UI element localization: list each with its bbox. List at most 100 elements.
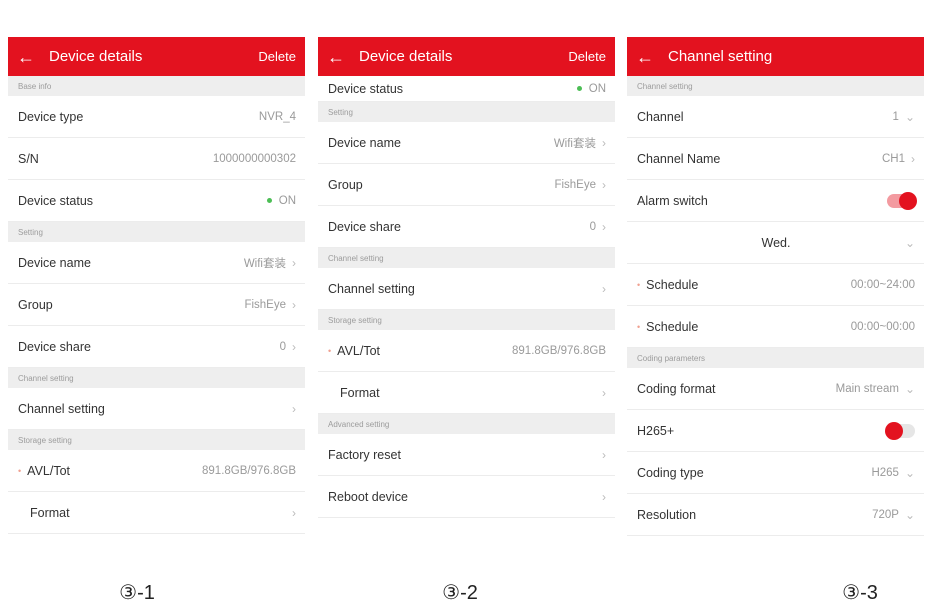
row-format[interactable]: Format › [318,372,615,414]
row-factory-reset[interactable]: Factory reset › [318,434,615,476]
row-device-type: Device type NVR_4 [8,96,305,138]
section-header: Storage setting [318,310,615,330]
day-label: Wed. [761,235,791,250]
row-label: Coding type [637,465,704,480]
row-value: Wifi套装 [553,137,596,150]
delete-button[interactable]: Delete [568,49,606,64]
top-bar: ← Device details Delete [8,37,305,76]
screen-device-details-2: ← Device details Delete Device status ON Sett… [318,37,615,549]
row-h265[interactable]: H265+ [627,410,924,452]
row-label: Reboot device [328,489,408,504]
row-label: AVL/Tot [337,343,381,358]
row-label: Format [340,385,380,400]
row-label: H265+ [637,423,675,438]
row-channel-name[interactable]: Channel Name CH1 › [627,138,924,180]
arrow-left-icon[interactable]: ← [636,48,654,66]
alarm-switch-toggle[interactable] [887,191,917,210]
chevron-right-icon: › [911,151,915,166]
row-channel-setting[interactable]: Channel setting › [8,388,305,430]
page-title: Channel setting [668,48,773,65]
chevron-right-icon: › [602,447,606,462]
row-device-name[interactable]: Device name Wifi套装 › [318,122,615,164]
row-avl-tot: • AVL/Tot 891.8GB/976.8GB [318,330,615,372]
chevron-down-icon: ⌄ [904,235,915,250]
caption-3: ③-3 [842,582,878,604]
row-value: 720P [872,508,899,521]
row-device-status: Device status ON [8,180,305,222]
chevron-right-icon: › [602,385,606,400]
row-label: Group [18,297,53,312]
row-group[interactable]: Group FishEye › [8,284,305,326]
delete-button[interactable]: Delete [258,49,296,64]
chevron-right-icon: › [292,297,296,312]
row-label: Schedule [646,319,699,334]
row-channel-setting[interactable]: Channel setting › [318,268,615,310]
row-coding-format[interactable]: Coding format Main stream ⌄ [627,368,924,410]
row-channel[interactable]: Channel 1 ⌄ [627,96,924,138]
chevron-right-icon: › [292,339,296,354]
toggle-knob [899,191,917,210]
row-device-share[interactable]: Device share 0 › [8,326,305,368]
row-label: Coding format [637,381,716,396]
section-header: Advanced setting [318,414,615,434]
row-device-share[interactable]: Device share 0 › [318,206,615,248]
row-value: ON [588,82,606,95]
row-label: Device status [328,81,404,96]
page-title: Device details [49,48,143,65]
row-format[interactable]: Format › [8,492,305,534]
section-header: Channel setting [8,368,305,388]
arrow-left-icon[interactable]: ← [327,48,345,66]
status-dot-icon [266,198,272,203]
row-label: AVL/Tot [27,463,71,478]
bullet-icon: • [328,345,332,356]
section-header: Channel setting [318,248,615,268]
row-reboot-device[interactable]: Reboot device › [318,476,615,518]
section-header: Coding parameters [627,348,924,368]
row-value: FishEye [244,298,286,311]
arrow-left-icon[interactable]: ← [17,48,35,66]
chevron-right-icon: › [292,505,296,520]
chevron-right-icon: › [292,255,296,270]
row-value: FishEye [554,178,596,191]
chevron-right-icon: › [602,489,606,504]
status-dot-icon [576,86,582,91]
row-label: Device share [328,219,401,234]
row-schedule: • Schedule 00:00~24:00 [627,264,924,306]
row-group[interactable]: Group FishEye › [318,164,615,206]
row-label: S/N [18,151,39,166]
top-bar: ← Channel setting [627,37,924,76]
row-resolution[interactable]: Resolution 720P ⌄ [627,494,924,536]
row-value: 00:00~00:00 [850,320,915,333]
section-header: Base info [8,76,305,96]
row-value: 0 [279,340,286,353]
row-value: 891.8GB/976.8GB [512,344,606,357]
row-label: Device name [18,255,91,270]
chevron-right-icon: › [292,401,296,416]
top-bar: ← Device details Delete [318,37,615,76]
screen-device-details-1: ← Device details Delete Base info Device typ… [8,37,305,549]
chevron-right-icon: › [602,281,606,296]
section-header: Storage setting [8,430,305,450]
page-title: Device details [359,48,453,65]
h265-toggle[interactable] [885,421,915,440]
row-label: Device status [18,193,94,208]
row-label: Schedule [646,277,699,292]
row-label: Device name [328,135,401,150]
chevron-down-icon: ⌄ [904,109,915,124]
chevron-down-icon: ⌄ [904,381,915,396]
row-device-name[interactable]: Device name Wifi套装 › [8,242,305,284]
row-value: 891.8GB/976.8GB [202,464,296,477]
day-selector[interactable]: Wed. ⌄ [627,222,924,264]
screen-channel-setting: ← Channel setting Channel setting Channel 1 ⌄… [627,37,924,549]
caption-2: ③-2 [442,582,478,604]
bullet-icon: • [637,279,641,290]
row-label: Channel setting [18,401,105,416]
row-coding-type[interactable]: Coding type H265 ⌄ [627,452,924,494]
row-s-n: S/N 1000000000302 [8,138,305,180]
bullet-icon: • [18,465,22,476]
row-value: 00:00~24:00 [850,278,915,291]
row-label: Channel setting [328,281,415,296]
caption-1: ③-1 [119,582,155,604]
row-value: Wifi套装 [243,257,286,270]
row-alarm-switch[interactable]: Alarm switch [627,180,924,222]
